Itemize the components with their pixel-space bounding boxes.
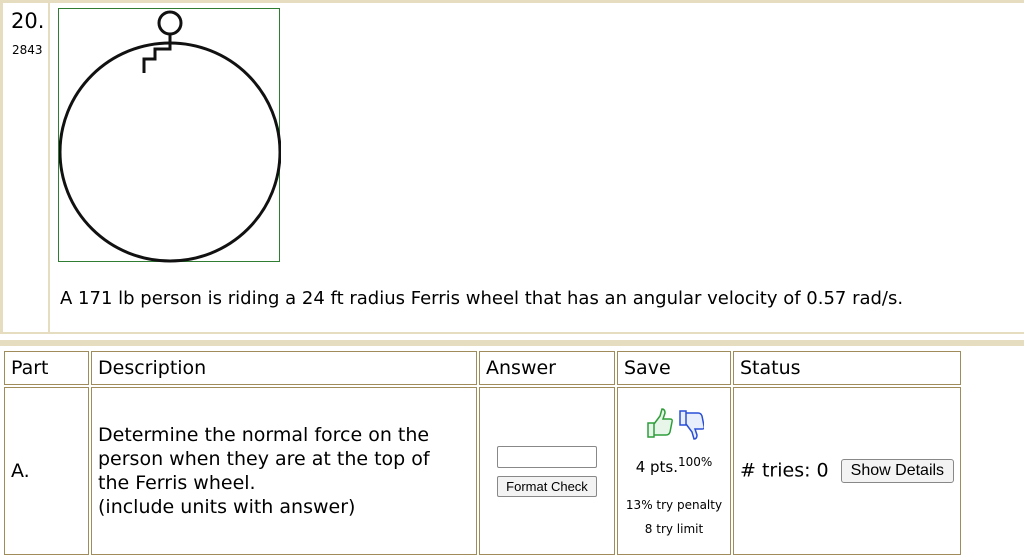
points-percent: 100% bbox=[678, 454, 713, 469]
description-line: (include units with answer) bbox=[98, 496, 356, 518]
format-check-button[interactable]: Format Check bbox=[497, 475, 597, 497]
header-status: Status bbox=[733, 351, 962, 385]
points-value: 4 pts. bbox=[635, 457, 678, 476]
header-part: Part bbox=[4, 351, 89, 385]
part-label: A. bbox=[4, 387, 89, 555]
header-answer: Answer bbox=[479, 351, 615, 385]
points-display: 4 pts.100% bbox=[624, 455, 724, 476]
ferris-wheel-drawing bbox=[59, 10, 281, 263]
show-details-button[interactable]: Show Details bbox=[840, 459, 955, 483]
wheel-circle bbox=[59, 41, 281, 263]
description-line: Determine the normal force on the bbox=[98, 424, 430, 446]
tries-count: # tries: 0 bbox=[740, 459, 829, 482]
description-line: person when they are at the top of bbox=[98, 448, 430, 470]
rating-icons bbox=[624, 407, 724, 447]
ferris-wheel-figure bbox=[58, 8, 281, 263]
problem-panel: 20. 2843 A 171 lb person is riding a 24 … bbox=[0, 0, 1024, 340]
try-penalty: 13% try penalty bbox=[625, 497, 723, 512]
answer-cell: Format Check bbox=[479, 387, 615, 555]
section-divider bbox=[0, 332, 1024, 346]
thumbs-down-icon[interactable] bbox=[679, 409, 705, 440]
part-description: Determine the normal force on the person… bbox=[91, 387, 477, 555]
save-cell: 4 pts.100% 13% try penalty 8 try limit bbox=[617, 387, 731, 555]
header-description: Description bbox=[91, 351, 477, 385]
problem-number-column: 20. 2843 bbox=[0, 3, 50, 335]
person-seat bbox=[142, 34, 172, 73]
status-cell: # tries: 0 Show Details bbox=[733, 387, 962, 555]
answer-input[interactable] bbox=[497, 445, 597, 468]
table-header-row: Part Description Answer Save Status bbox=[4, 351, 962, 385]
table-row: A. Determine the normal force on the per… bbox=[4, 387, 962, 555]
description-line: the Ferris wheel. bbox=[98, 472, 256, 494]
parts-table: Part Description Answer Save Status A. D… bbox=[2, 349, 964, 557]
header-save: Save bbox=[617, 351, 731, 385]
try-limit: 8 try limit bbox=[644, 521, 704, 536]
problem-number: 20. bbox=[11, 9, 45, 33]
problem-id: 2843 bbox=[12, 43, 43, 57]
hanger-ring bbox=[157, 10, 183, 36]
thumbs-up-icon[interactable] bbox=[647, 407, 673, 438]
problem-statement: A 171 lb person is riding a 24 ft radius… bbox=[60, 288, 904, 309]
